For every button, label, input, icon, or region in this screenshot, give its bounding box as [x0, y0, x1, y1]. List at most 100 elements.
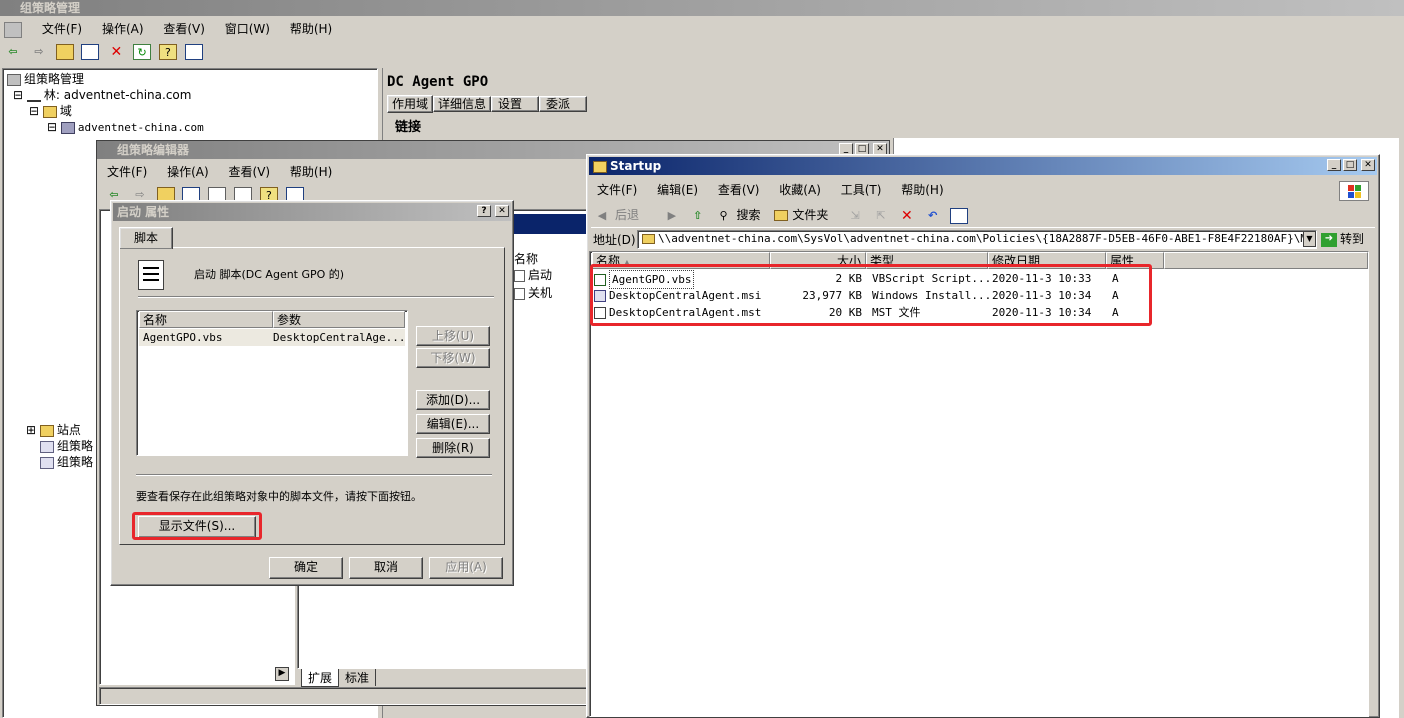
- highlight-show-files: [132, 512, 262, 540]
- delete-file-icon[interactable]: ✕: [898, 208, 916, 224]
- gpmc-menu-view[interactable]: 查看(V): [163, 20, 205, 38]
- windows-logo-icon: [1339, 181, 1369, 201]
- gpmc-title: 组策略管理: [20, 1, 81, 15]
- delete-icon[interactable]: ✕: [107, 44, 125, 60]
- explorer-menu-edit[interactable]: 编辑(E): [657, 181, 698, 199]
- explorer-menu-help[interactable]: 帮助(H): [901, 181, 943, 199]
- search-button-label[interactable]: 搜索: [737, 208, 761, 222]
- domains-icon: [42, 105, 57, 118]
- move-up-button[interactable]: 上移(U): [416, 326, 490, 346]
- folder-icon: [593, 160, 607, 173]
- tree-root[interactable]: 组策略管理: [7, 71, 377, 87]
- sites-icon: [39, 424, 54, 437]
- explorer-titlebar: Startup _ □ ✕: [589, 157, 1377, 175]
- address-input[interactable]: \\adventnet-china.com\SysVol\adventnet-c…: [637, 230, 1317, 249]
- tab-details[interactable]: 详细信息: [433, 96, 492, 112]
- edit-button[interactable]: 编辑(E)...: [416, 414, 490, 434]
- move-down-button[interactable]: 下移(W): [416, 348, 490, 368]
- tree-forest[interactable]: ⊟ 林: adventnet-china.com: [7, 87, 377, 103]
- add-button[interactable]: 添加(D)...: [416, 390, 490, 410]
- tree-sites[interactable]: ⊞ 站点: [26, 422, 106, 438]
- address-dropdown-arrow[interactable]: ▼: [1303, 231, 1316, 247]
- gpedit-menu-file[interactable]: 文件(F): [107, 163, 147, 181]
- help-icon[interactable]: ?: [158, 44, 177, 60]
- ok-button[interactable]: 确定: [269, 557, 343, 579]
- explorer-menu-tools[interactable]: 工具(T): [841, 181, 882, 199]
- copy-to-icon[interactable]: ⇱: [872, 208, 890, 224]
- col-header-params[interactable]: 参数: [273, 311, 405, 328]
- refresh-icon[interactable]: ↻: [133, 44, 152, 60]
- address-label: 地址(D): [593, 233, 636, 247]
- gpedit-bottom-tabs: 扩展 标准: [301, 669, 377, 687]
- explorer-maximize-button[interactable]: □: [1343, 159, 1357, 171]
- dialog-separator-2: [136, 474, 492, 476]
- gpmc-menu-help[interactable]: 帮助(H): [290, 20, 332, 38]
- gpmc-root-icon: [7, 73, 21, 86]
- up-folder-icon[interactable]: [55, 44, 74, 60]
- col-header-filler: [1164, 252, 1368, 269]
- forward-icon[interactable]: ▶: [663, 208, 681, 224]
- gpedit-scroll-arrow[interactable]: ▶: [275, 667, 289, 681]
- explorer-menu-view[interactable]: 查看(V): [718, 181, 760, 199]
- properties-icon[interactable]: [184, 44, 203, 60]
- gpedit-menubar: 文件(F) 操作(A) 查看(V) 帮助(H): [107, 163, 348, 181]
- gpmc-menu-action[interactable]: 操作(A): [102, 20, 144, 38]
- startup-properties-dialog: 启动 属性 ? ✕ 脚本 启动 脚本(DC Agent GPO 的) 名称 参数…: [110, 200, 514, 586]
- gpmc-menubar: 文件(F) 操作(A) 查看(V) 窗口(W) 帮助(H): [4, 20, 348, 38]
- tab-settings[interactable]: 设置: [491, 96, 540, 112]
- gpmc-menu-window[interactable]: 窗口(W): [225, 20, 270, 38]
- back-button-label[interactable]: 后退: [615, 208, 639, 222]
- gpedit-menu-view[interactable]: 查看(V): [229, 163, 271, 181]
- explorer-minimize-button[interactable]: _: [1327, 159, 1341, 171]
- tree-item-1[interactable]: 组策略: [26, 438, 106, 454]
- dialog-hint: 要查看保存在此组策略对象中的脚本文件，请按下面按钮。: [136, 490, 422, 503]
- go-arrow-icon: ➜: [1321, 232, 1337, 247]
- domain-icon: [60, 121, 75, 134]
- dialog-tab-panel: 启动 脚本(DC Agent GPO 的) 名称 参数 AgentGPO.vbs…: [119, 247, 505, 545]
- gpo-title: DC Agent GPO: [387, 74, 489, 90]
- search-icon[interactable]: ⚲: [715, 208, 733, 224]
- tree-item-2[interactable]: 组策略: [26, 454, 106, 470]
- tab-delegation[interactable]: 委派: [539, 96, 588, 112]
- back-arrow-icon[interactable]: ⇦: [4, 44, 22, 60]
- folders-icon[interactable]: [774, 210, 789, 221]
- script-icon: [514, 269, 525, 282]
- undo-icon[interactable]: ↶: [924, 208, 942, 224]
- up-icon[interactable]: ⇧: [689, 208, 707, 224]
- remove-button[interactable]: 删除(R): [416, 438, 490, 458]
- dialog-help-button[interactable]: ?: [477, 205, 491, 217]
- move-to-icon[interactable]: ⇲: [846, 208, 864, 224]
- dialog-tab-scripts[interactable]: 脚本: [119, 227, 173, 249]
- gpedit-menu-help[interactable]: 帮助(H): [290, 163, 332, 181]
- scripts-list: 名称 参数 AgentGPO.vbs DesktopCentralAge...: [136, 310, 408, 456]
- col-header-name[interactable]: 名称: [139, 311, 273, 328]
- gpedit-item-startup[interactable]: 启动: [514, 266, 552, 283]
- views-icon[interactable]: [949, 207, 968, 224]
- gpmc-toolbar: ⇦ ⇨ ✕ ↻ ?: [4, 44, 207, 64]
- script-row[interactable]: AgentGPO.vbs DesktopCentralAge...: [139, 329, 405, 346]
- back-icon[interactable]: ◀: [593, 208, 611, 224]
- tree-domain[interactable]: ⊟ adventnet-china.com: [7, 119, 377, 135]
- file-list-pane: 名称 ▲ 大小 类型 修改日期 属性 AgentGPO.vbs 2 KB VBS…: [589, 251, 1369, 717]
- show-tree-icon[interactable]: [81, 44, 100, 60]
- explorer-menubar: 文件(F) 编辑(E) 查看(V) 收藏(A) 工具(T) 帮助(H): [597, 181, 960, 199]
- tab-standard[interactable]: 标准: [339, 669, 377, 686]
- forward-arrow-icon[interactable]: ⇨: [30, 44, 48, 60]
- tree-domains[interactable]: ⊟ 域: [7, 103, 377, 119]
- dialog-close-button[interactable]: ✕: [495, 205, 509, 217]
- explorer-menu-favorites[interactable]: 收藏(A): [779, 181, 821, 199]
- gpo-tabs: 作用域 详细信息 设置 委派: [387, 94, 588, 113]
- gpedit-menu-action[interactable]: 操作(A): [167, 163, 209, 181]
- tab-scope[interactable]: 作用域: [387, 95, 434, 113]
- gpedit-item-shutdown[interactable]: 关机: [514, 284, 552, 301]
- tab-extended[interactable]: 扩展: [301, 669, 340, 687]
- folders-button-label[interactable]: 文件夹: [792, 208, 828, 222]
- apply-button[interactable]: 应用(A): [429, 557, 503, 579]
- cancel-button[interactable]: 取消: [349, 557, 423, 579]
- go-button[interactable]: ➜ 转到: [1321, 230, 1364, 249]
- explorer-menu-file[interactable]: 文件(F): [597, 181, 637, 199]
- forest-icon: [26, 90, 41, 102]
- explorer-close-button[interactable]: ✕: [1361, 159, 1375, 171]
- explorer-title: Startup: [610, 159, 662, 173]
- gpmc-menu-file[interactable]: 文件(F): [42, 20, 82, 38]
